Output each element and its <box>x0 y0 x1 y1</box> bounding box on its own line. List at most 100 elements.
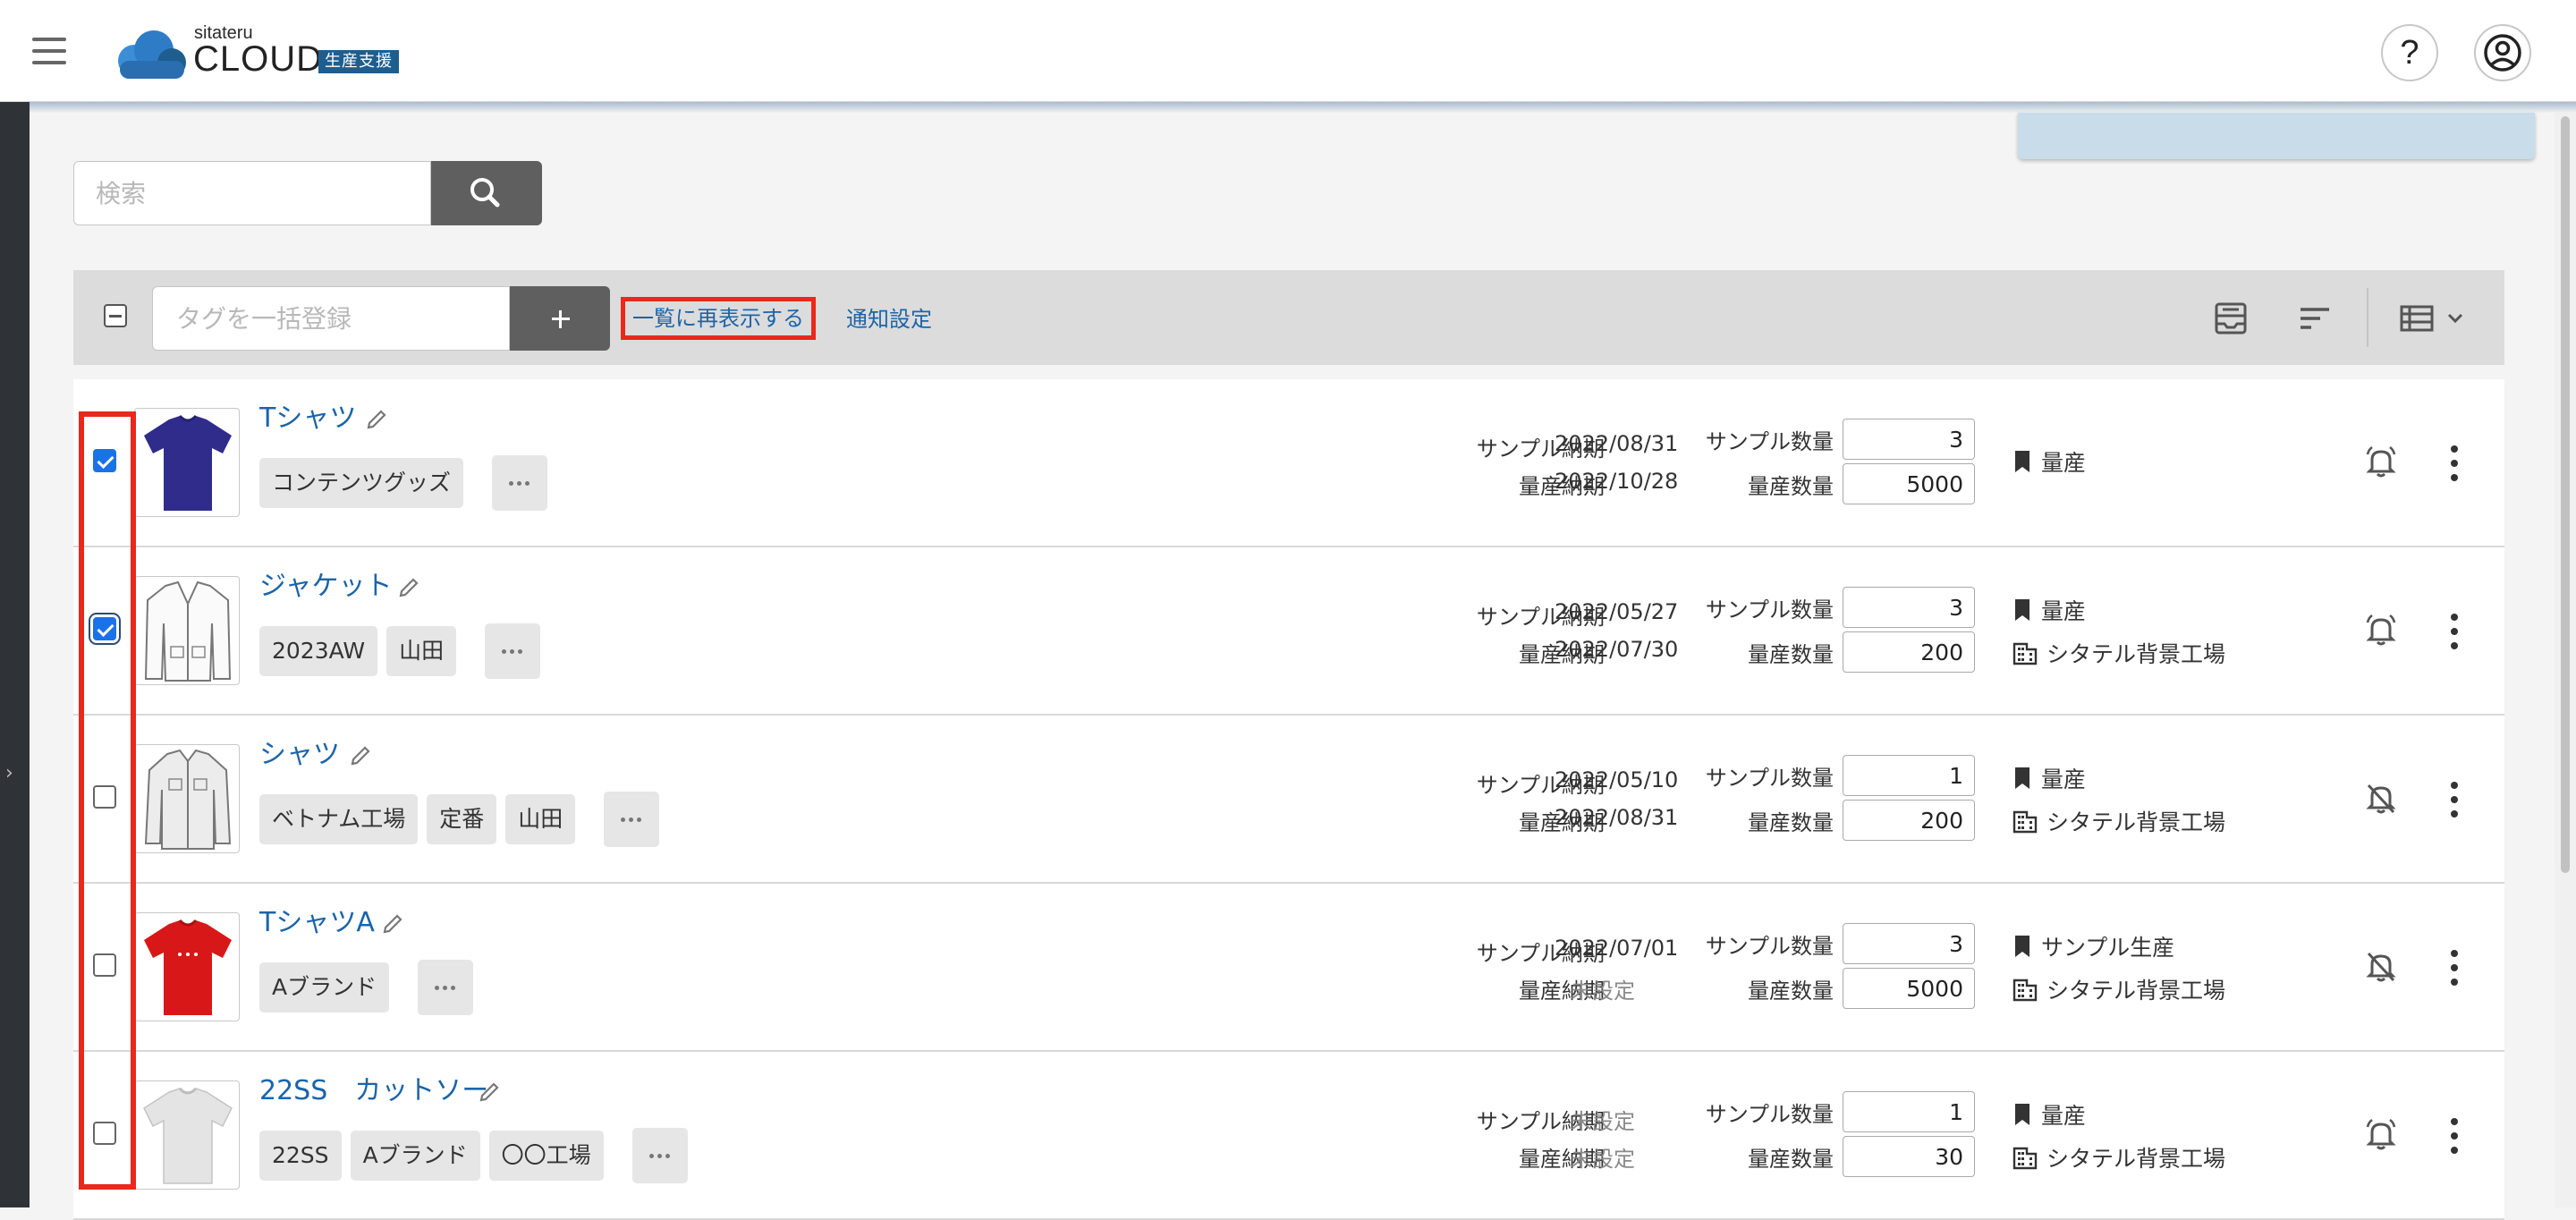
phase-label: 量産 <box>2041 450 2087 476</box>
more-tags-button[interactable] <box>485 623 541 679</box>
more-vertical-icon[interactable] <box>2447 614 2462 649</box>
mass-qty-input[interactable] <box>1843 1136 1975 1177</box>
product-name[interactable]: ジャケット <box>259 567 393 606</box>
tag-chip[interactable]: 定番 <box>427 794 497 844</box>
bell-ringing-icon[interactable] <box>2363 444 2399 479</box>
product-thumbnail[interactable] <box>134 408 240 517</box>
pencil-icon[interactable] <box>365 408 388 431</box>
scrollbar[interactable] <box>2555 113 2576 1207</box>
row-checkbox[interactable] <box>93 785 116 809</box>
product-thumbnail[interactable] <box>134 1080 240 1190</box>
logo-wordmark: CLOUD <box>193 39 324 79</box>
product-name[interactable]: Tシャツ <box>259 399 356 438</box>
factory-label: シタテル背景工場 <box>2046 978 2226 1004</box>
sample-qty-label: サンプル数量 <box>1705 766 1834 791</box>
more-vertical-icon[interactable] <box>2447 782 2462 818</box>
sample-qty-input[interactable] <box>1843 755 1975 796</box>
scrollbar-thumb[interactable] <box>2561 116 2570 873</box>
tag-chip[interactable]: 山田 <box>386 626 457 676</box>
tag-chip[interactable]: Aブランド <box>350 1131 480 1181</box>
mass-qty-input[interactable] <box>1843 968 1975 1009</box>
shirt-sketch-image <box>144 749 232 850</box>
product-name[interactable]: 22SS カットソー <box>259 1072 488 1111</box>
hamburger-menu-icon[interactable] <box>32 38 68 64</box>
more-tags-button[interactable] <box>492 455 548 511</box>
bell-off-icon[interactable] <box>2363 948 2399 984</box>
mass-qty-input[interactable] <box>1843 800 1975 841</box>
mass-qty-input[interactable] <box>1843 463 1975 504</box>
account-icon <box>2484 34 2521 72</box>
bell-off-icon[interactable] <box>2363 780 2399 816</box>
mass-qty-input[interactable] <box>1843 631 1975 673</box>
sort-icon[interactable] <box>2297 301 2333 336</box>
product-name[interactable]: シャツ <box>259 735 340 775</box>
more-vertical-icon[interactable] <box>2447 950 2462 986</box>
sample-qty-label: サンプル数量 <box>1705 934 1834 959</box>
mass-qty-label: 量産数量 <box>1748 810 1834 835</box>
red-tshirt-image <box>144 919 232 1015</box>
row-checkbox[interactable] <box>93 953 116 977</box>
add-tag-button[interactable] <box>510 286 610 351</box>
search-input[interactable] <box>73 161 431 225</box>
sample-qty-input[interactable] <box>1843 923 1975 964</box>
bell-ringing-icon[interactable] <box>2363 612 2399 648</box>
sample-qty-input[interactable] <box>1843 419 1975 460</box>
product-thumbnail[interactable] <box>134 744 240 853</box>
product-thumbnail[interactable] <box>134 576 240 685</box>
more-vertical-icon[interactable] <box>2447 1118 2462 1154</box>
tag-chip[interactable]: 〇〇工場 <box>488 1131 604 1181</box>
sidebar-expand-icon[interactable]: › <box>5 764 13 784</box>
list-item[interactable]: 22SS カットソー 22SS Aブランド 〇〇工場 サンプル納期 未設定 量産… <box>73 1052 2504 1220</box>
sample-due-date: 2022/07/01 <box>1555 936 1679 961</box>
collapsed-sidebar[interactable]: › <box>0 102 30 1207</box>
list-item[interactable]: ジャケット 2023AW 山田 サンプル納期 2022/05/27 量産納期 2… <box>73 547 2504 716</box>
list-item[interactable]: Tシャツ コンテンツグッズ サンプル納期 2022/08/31 量産納期 202… <box>73 379 2504 547</box>
bell-ringing-icon[interactable] <box>2363 1116 2399 1152</box>
tag-chip[interactable]: Aブランド <box>259 962 390 1012</box>
bulk-tag-input[interactable] <box>152 286 510 351</box>
sample-qty-label: サンプル数量 <box>1705 1102 1834 1127</box>
tag-chip[interactable]: 2023AW <box>259 626 378 676</box>
redisplay-link[interactable]: 一覧に再表示する <box>621 297 816 340</box>
bookmark-icon <box>2015 451 2029 472</box>
archive-tray-icon[interactable] <box>2213 301 2249 336</box>
tag-chip[interactable]: ベトナム工場 <box>259 794 419 844</box>
view-mode-dropdown[interactable] <box>2399 299 2479 338</box>
select-all-checkbox[interactable] <box>104 304 127 327</box>
tag-list: 2023AW 山田 <box>259 623 541 679</box>
tag-chip[interactable]: コンテンツグッズ <box>259 458 464 508</box>
more-tags-button[interactable] <box>604 792 660 847</box>
row-checkbox[interactable] <box>93 1122 116 1145</box>
jacket-sketch-image <box>144 580 232 682</box>
more-vertical-icon[interactable] <box>2447 445 2462 481</box>
list-item[interactable]: TシャツA Aブランド サンプル納期 2022/07/01 量産納期 未設定 サ… <box>73 884 2504 1052</box>
search-button[interactable] <box>431 161 542 225</box>
sample-qty-input[interactable] <box>1843 1091 1975 1132</box>
toolbar-divider <box>2367 288 2368 347</box>
more-tags-button[interactable] <box>631 1128 688 1183</box>
factory-label: シタテル背景工場 <box>2046 809 2226 835</box>
list-item[interactable]: シャツ ベトナム工場 定番 山田 サンプル納期 2022/05/10 量産納期 … <box>73 716 2504 884</box>
navy-tshirt-image <box>144 414 232 511</box>
account-button[interactable] <box>2474 24 2531 81</box>
mass-due-date: 未設定 <box>1571 979 1635 1004</box>
tag-chip[interactable]: 22SS <box>259 1131 342 1181</box>
pencil-icon[interactable] <box>349 744 372 767</box>
sample-qty-input[interactable] <box>1843 587 1975 628</box>
search-icon <box>470 178 500 208</box>
row-checkbox[interactable] <box>93 617 116 640</box>
pencil-icon[interactable] <box>478 1080 501 1104</box>
notification-settings-link[interactable]: 通知設定 <box>846 304 932 335</box>
help-button[interactable]: ? <box>2381 24 2438 81</box>
phase-status: サンプル生産 <box>2012 930 2174 962</box>
row-checkbox[interactable] <box>93 449 116 472</box>
product-name[interactable]: TシャツA <box>259 903 375 943</box>
tag-chip[interactable]: 山田 <box>505 794 576 844</box>
more-tags-button[interactable] <box>418 960 474 1015</box>
sample-due-date: 2022/05/10 <box>1555 767 1679 792</box>
pencil-icon[interactable] <box>397 576 420 599</box>
pencil-icon[interactable] <box>381 912 404 936</box>
product-thumbnail[interactable] <box>134 912 240 1021</box>
mass-qty-label: 量産数量 <box>1748 1147 1834 1172</box>
app-logo[interactable]: sitateru CLOUD 生産支援 <box>111 23 415 79</box>
